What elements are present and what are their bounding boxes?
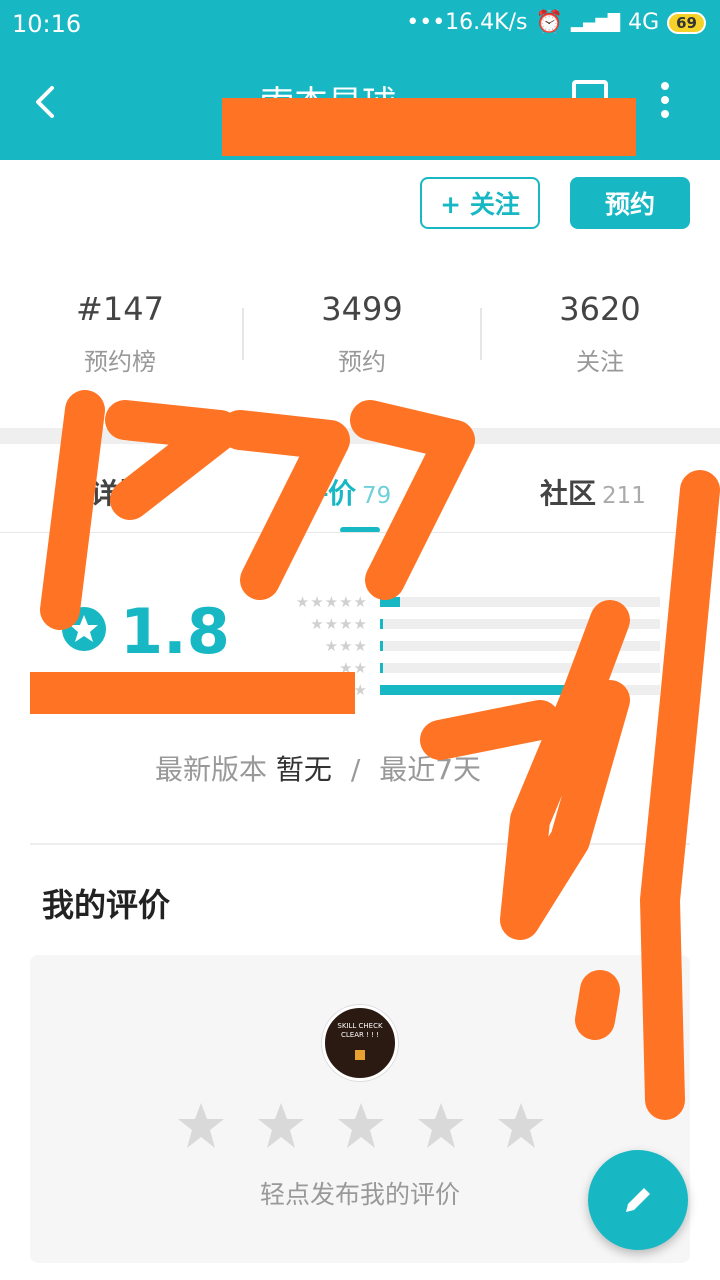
version-value: 暂无	[275, 753, 332, 786]
version-label: 最新版本	[155, 753, 268, 786]
tab-label: 评价	[300, 477, 357, 510]
signal-icon: ▂▄▆█	[570, 13, 621, 32]
avatar-graphic	[355, 1050, 365, 1060]
tab-count: 211	[602, 483, 646, 509]
dist-fill	[380, 663, 383, 673]
star-icon[interactable]	[495, 1100, 547, 1152]
rating-dist-row: ★★★★	[280, 616, 660, 632]
score-redaction	[30, 672, 355, 714]
reserve-button[interactable]: 预约	[570, 177, 690, 229]
tab-count: 79	[362, 483, 392, 509]
rating-score: 1.8	[120, 595, 230, 668]
tab-label: 详情	[90, 477, 147, 510]
status-time: 10:16	[12, 10, 82, 38]
network-type: 4G	[628, 10, 660, 35]
rating-input[interactable]	[175, 1100, 547, 1152]
stat-rank[interactable]: #147 预约榜	[0, 290, 240, 377]
dist-stars: ★★★★★	[295, 593, 368, 611]
dist-stars: ★★★	[324, 637, 368, 655]
stat-label: 预约榜	[84, 348, 156, 376]
stat-label: 预约	[338, 348, 386, 376]
alarm-icon: ⏰	[535, 10, 563, 35]
title-redaction	[222, 98, 636, 156]
dist-stars: ★	[353, 681, 368, 699]
tab-label: 社区	[540, 477, 597, 510]
section-separator	[0, 428, 720, 444]
rating-dist-row: ★★★	[280, 638, 660, 654]
avatar-text: SKILL CHECK CLEAR ! ! !	[337, 1022, 383, 1039]
dist-track	[380, 597, 660, 607]
divider	[30, 843, 690, 845]
stat-label: 关注	[576, 348, 624, 376]
dist-track	[380, 619, 660, 629]
more-options-icon[interactable]	[655, 82, 675, 126]
net-speed: •••16.4K/s	[406, 10, 528, 35]
stat-value: #147	[76, 290, 164, 328]
pencil-icon	[626, 1188, 650, 1212]
dist-track	[380, 663, 660, 673]
dist-track	[380, 641, 660, 651]
tab-divider	[0, 532, 720, 533]
tab-details[interactable]: 详情	[90, 472, 146, 512]
stat-value: 3620	[559, 290, 641, 328]
star-icon[interactable]	[415, 1100, 467, 1152]
dist-fill	[380, 641, 383, 651]
my-review-title: 我的评价	[42, 886, 171, 924]
back-arrow-icon[interactable]	[24, 80, 68, 124]
status-bar: 10:16 •••16.4K/s ⏰ ▂▄▆█ 4G 69	[0, 0, 720, 50]
version-info: 最新版本 暂无 / 最近7天	[155, 748, 481, 788]
dist-fill	[380, 597, 400, 607]
stat-value: 3499	[321, 290, 403, 328]
tab-community[interactable]: 社区 211	[540, 472, 646, 512]
star-icon[interactable]	[255, 1100, 307, 1152]
avatar: SKILL CHECK CLEAR ! ! !	[322, 1005, 398, 1081]
star-badge-icon	[62, 607, 106, 651]
recent-label: 最近7天	[379, 753, 482, 786]
stat-followers: 3620 关注	[480, 290, 720, 377]
dist-stars: ★★★★	[310, 615, 368, 633]
star-icon[interactable]	[335, 1100, 387, 1152]
version-separator: /	[350, 753, 361, 786]
status-indicators: •••16.4K/s ⏰ ▂▄▆█ 4G 69	[406, 10, 706, 35]
follow-button[interactable]: + 关注	[420, 177, 540, 229]
dist-fill	[380, 619, 383, 629]
stat-reservations: 3499 预约	[242, 290, 482, 377]
star-icon[interactable]	[175, 1100, 227, 1152]
tab-reviews[interactable]: 评价 79	[300, 472, 391, 512]
dist-fill	[380, 685, 618, 695]
dist-track	[380, 685, 660, 695]
battery-icon: 69	[667, 11, 706, 34]
write-review-button[interactable]	[588, 1150, 688, 1250]
rating-dist-row: ★★★★★	[280, 594, 660, 610]
